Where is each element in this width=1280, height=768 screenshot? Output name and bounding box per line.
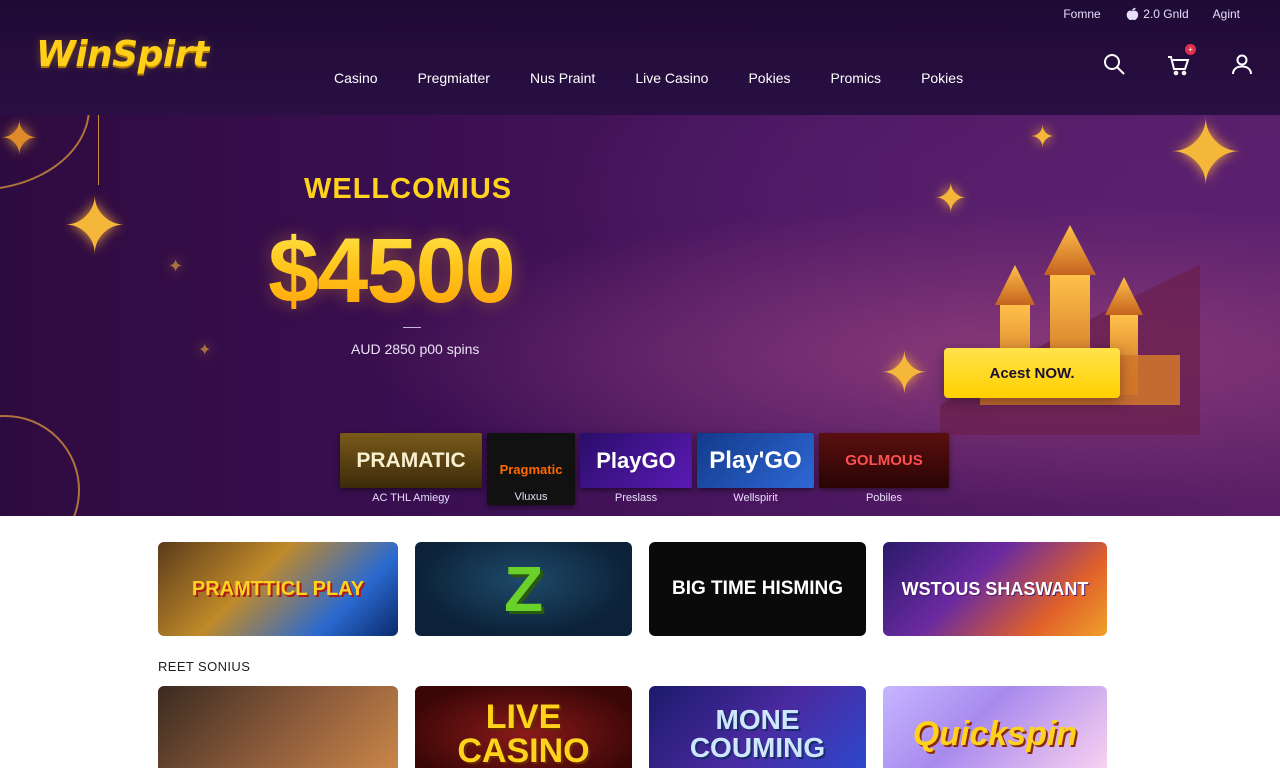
nav-nus-praint[interactable]: Nus Praint	[510, 70, 615, 86]
provider-card[interactable]: PlayGO Preslass	[580, 433, 692, 504]
provider-card[interactable]: GOLMOUS Pobiles	[819, 433, 949, 504]
nav-promics[interactable]: Promics	[811, 70, 902, 86]
main-nav: Casino Pregmiatter Nus Praint Live Casin…	[314, 70, 983, 86]
game-tile[interactable]: LIVE CASINO	[415, 686, 632, 768]
games-section: PRAMTTICL PLAY Z BIG TIME HISMING WSTOUS…	[0, 516, 1280, 768]
provider-caption: Wellspirit	[733, 492, 778, 504]
game-title: BIG TIME HISMING	[672, 578, 843, 599]
hero-heading: WELLCOMIUS	[304, 173, 513, 205]
provider-logo: PlayGO	[580, 433, 692, 488]
star-icon: ✦	[0, 115, 39, 164]
utility-link-home[interactable]: Fomne	[1063, 7, 1100, 21]
game-title: PRAMTTICL PLAY	[191, 577, 365, 600]
utility-link-agent[interactable]: Agint	[1213, 7, 1240, 21]
game-tile[interactable]: PRAMTTICL PLAY	[158, 542, 398, 636]
game-tile[interactable]: Z	[415, 542, 632, 636]
cart-badge: +	[1185, 44, 1196, 55]
game-title: Quickspin	[912, 714, 1078, 753]
provider-caption: AC THL Amiegy	[372, 492, 450, 504]
game-tile[interactable]	[158, 686, 398, 768]
provider-caption: Preslass	[614, 492, 658, 504]
provider-logo: GOLMOUS	[819, 433, 949, 488]
site-logo[interactable]: WinSpirt	[36, 34, 209, 75]
game-title: Z	[503, 553, 544, 625]
nav-pokies[interactable]: Pokies	[728, 70, 810, 86]
search-icon[interactable]	[1102, 52, 1126, 76]
balance-label: 2.0 Gnld	[1143, 7, 1189, 21]
provider-strip: PRAMATIC AC THL Amiegy Pragmatic Vluxus …	[340, 433, 949, 505]
game-tile[interactable]: WSTOUS SHASWANT	[883, 542, 1107, 636]
hero-divider	[403, 327, 421, 328]
accept-now-button[interactable]: Acest NOW.	[944, 348, 1120, 398]
star-icon: ✦	[168, 256, 184, 276]
game-title: MONE COUMING	[689, 704, 826, 763]
nav-casino[interactable]: Casino	[314, 70, 398, 86]
decor-ring	[0, 415, 80, 516]
game-tile[interactable]: BIG TIME HISMING	[649, 542, 866, 636]
provider-logo: Play'GO	[697, 433, 814, 488]
star-icon: ✦	[1030, 121, 1056, 154]
star-icon: ✦	[1168, 115, 1244, 204]
game-tile[interactable]: MONE COUMING	[649, 686, 866, 768]
decor-chain	[98, 115, 99, 185]
castle-illustration	[940, 225, 1200, 435]
page: Fomne 🍎︎ 2.0 Gnld Agint WinSpirt Casino …	[0, 0, 1280, 768]
hero-subtitle: AUD 2850 p00 spins	[351, 341, 480, 357]
user-icon[interactable]	[1230, 52, 1254, 76]
header-icons: +	[1102, 44, 1254, 76]
game-title: LIVE CASINO	[457, 698, 590, 768]
utility-link-balance[interactable]: 🍎︎ 2.0 Gnld	[1125, 7, 1189, 21]
star-icon: ✦	[880, 341, 929, 406]
bonus-amount: $4500	[268, 220, 516, 322]
nav-pregmiatter[interactable]: Pregmiatter	[398, 70, 510, 86]
provider-card[interactable]: Play'GO Wellspirit	[697, 433, 814, 504]
star-icon: ✦	[62, 182, 128, 270]
site-header: Fomne 🍎︎ 2.0 Gnld Agint WinSpirt Casino …	[0, 0, 1280, 115]
utility-bar: Fomne 🍎︎ 2.0 Gnld Agint	[1063, 7, 1240, 21]
provider-card[interactable]: PRAMATIC AC THL Amiegy	[340, 433, 482, 504]
cart-icon[interactable]: +	[1166, 44, 1196, 76]
hero-banner: ✦ ✦ ✦ ✦ ✦ ✦ ✦ ✦ WELLCOMIUS $4500 AUD 285…	[0, 115, 1280, 516]
provider-card[interactable]: Pragmatic Vluxus	[487, 433, 575, 505]
star-icon: ✦	[198, 342, 212, 359]
game-title: WSTOUS SHASWANT	[901, 578, 1089, 599]
nav-live-casino[interactable]: Live Casino	[615, 70, 728, 86]
provider-caption: Vluxus	[514, 491, 548, 503]
nav-pokies-2[interactable]: Pokies	[901, 70, 983, 86]
section-heading: REET SONIUS	[158, 659, 251, 674]
provider-caption: Pobiles	[865, 492, 903, 504]
game-tile[interactable]: Quickspin	[883, 686, 1107, 768]
provider-logo: PRAMATIC	[340, 433, 482, 488]
